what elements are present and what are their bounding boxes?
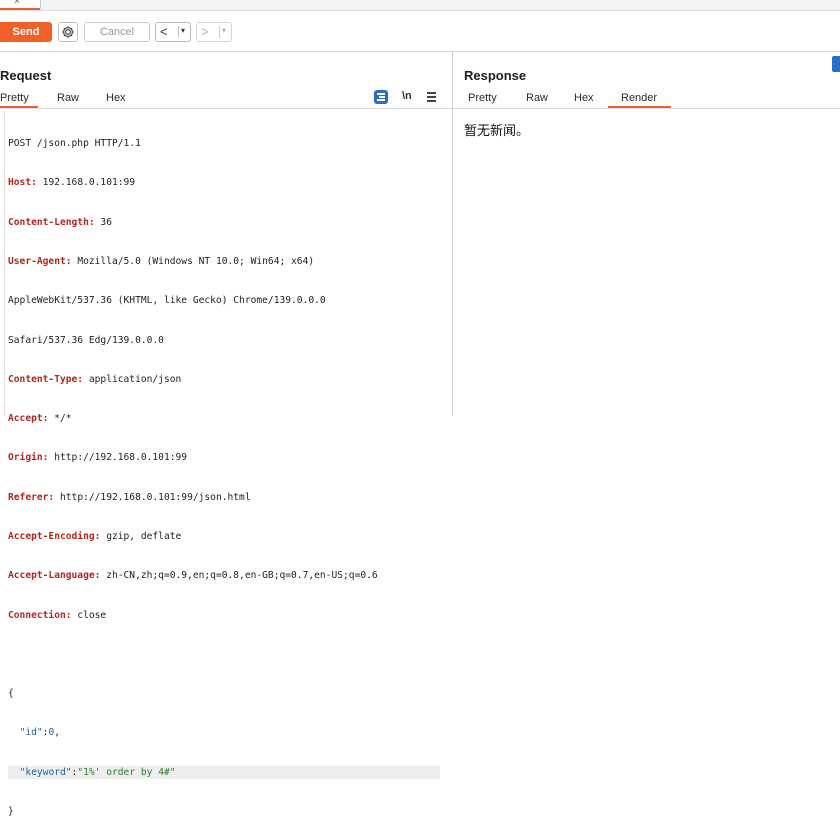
- header-value: http://192.168.0.101:99/json.html: [54, 491, 251, 503]
- request-tab-raw[interactable]: Raw: [57, 92, 79, 104]
- header-value: gzip, deflate: [100, 531, 182, 542]
- header-name: Accept-Encoding:: [8, 531, 101, 542]
- header-line: Accept-Language: zh-CN,zh;q=0.9,en;q=0.8…: [8, 569, 440, 582]
- header-name: Content-Type:: [8, 373, 84, 385]
- header-name: User-Agent:: [8, 256, 72, 268]
- header-line: AppleWebKit/537.36 (KHTML, like Gecko) C…: [8, 294, 440, 307]
- header-line: Accept-Encoding: gzip, deflate: [8, 530, 440, 543]
- header-name: Accept:: [8, 413, 49, 425]
- back-button[interactable]: < ▾: [155, 22, 191, 42]
- header-line: User-Agent: Mozilla/5.0 (Windows NT 10.0…: [8, 255, 440, 268]
- tab-active-underline: [0, 8, 40, 10]
- header-value: Safari/537.36 Edg/139.0.0.0: [8, 334, 164, 346]
- header-line: Safari/537.36 Edg/139.0.0.0: [8, 334, 440, 347]
- pretty-print-toggle-icon[interactable]: [374, 90, 388, 104]
- json-line-current: "keyword":"1%' order by 4#": [8, 765, 440, 779]
- request-tab-hex[interactable]: Hex: [106, 92, 126, 104]
- header-line: Content-Length: 36: [8, 216, 440, 229]
- header-value: Mozilla/5.0 (Windows NT 10.0; Win64; x64…: [71, 256, 315, 268]
- header-value: 36: [94, 216, 112, 228]
- json-value: 0: [48, 727, 55, 739]
- chevron-left-icon: <: [160, 24, 168, 39]
- response-tab-hex[interactable]: Hex: [574, 92, 594, 104]
- header-line: Origin: http://192.168.0.101:99: [8, 451, 440, 464]
- settings-button[interactable]: [58, 22, 78, 42]
- button-separator: [178, 26, 179, 38]
- header-name: Referer:: [8, 491, 55, 503]
- inspector-toggle-button[interactable]: [832, 56, 840, 72]
- gear-icon: [62, 26, 74, 38]
- header-line: Accept: */*: [8, 412, 440, 425]
- header-line: Connection: close: [8, 609, 440, 622]
- send-button[interactable]: Send: [0, 22, 52, 42]
- response-tab-raw[interactable]: Raw: [526, 92, 548, 104]
- header-value: close: [71, 609, 107, 621]
- toolbar-divider: [0, 51, 840, 52]
- header-value: zh-CN,zh;q=0.9,en;q=0.8,en-GB;q=0.7,en-U…: [100, 570, 378, 582]
- editor-gutter: [4, 110, 5, 416]
- chevron-right-icon: >: [201, 24, 209, 39]
- forward-button[interactable]: > ▾: [196, 22, 232, 42]
- request-tabs-divider: [0, 108, 452, 109]
- request-panel-title: Request: [0, 68, 52, 83]
- response-tabs-divider: [453, 108, 840, 109]
- window-tab-strip: [0, 0, 840, 11]
- header-value: application/json: [83, 373, 182, 385]
- header-name: Content-Length:: [8, 216, 95, 228]
- chevron-down-icon[interactable]: ▾: [181, 26, 185, 35]
- repeater-tab[interactable]: ×: [0, 0, 41, 10]
- header-value: http://192.168.0.101:99: [48, 452, 188, 464]
- rendered-response-text: 暂无新闻。: [464, 124, 530, 139]
- header-name: Origin:: [8, 452, 49, 464]
- json-line: "id":0,: [19, 727, 61, 739]
- close-tab-icon[interactable]: ×: [14, 0, 20, 7]
- request-editor[interactable]: POST /json.php HTTP/1.1 Host: 192.168.0.…: [8, 111, 440, 831]
- chevron-down-icon[interactable]: ▾: [222, 26, 226, 35]
- header-line: Host: 192.168.0.101:99: [8, 176, 440, 189]
- header-name: Host:: [8, 177, 37, 189]
- request-line: POST /json.php HTTP/1.1: [8, 138, 141, 150]
- json-line: {: [8, 688, 14, 700]
- menu-icon[interactable]: [427, 91, 437, 102]
- cancel-button[interactable]: Cancel: [84, 22, 150, 42]
- header-value: 192.168.0.101:99: [36, 177, 136, 189]
- json-key: "id": [19, 727, 43, 739]
- json-line: }: [8, 805, 14, 817]
- request-tab-pretty[interactable]: Pretty: [0, 92, 29, 104]
- response-panel-title: Response: [464, 68, 527, 83]
- panel-splitter[interactable]: [452, 52, 453, 416]
- response-tab-pretty[interactable]: Pretty: [468, 92, 497, 104]
- header-value: */*: [48, 413, 72, 425]
- json-key: "keyword": [19, 766, 72, 778]
- json-value: "1%' order by 4#": [77, 766, 176, 778]
- header-name: Connection:: [8, 609, 72, 621]
- button-separator: [219, 26, 220, 38]
- header-line: Referer: http://192.168.0.101:99/json.ht…: [8, 491, 440, 504]
- header-value: AppleWebKit/537.36 (KHTML, like Gecko) C…: [8, 295, 326, 307]
- header-name: Accept-Language:: [8, 570, 101, 582]
- header-line: Content-Type: application/json: [8, 373, 440, 386]
- response-tab-render[interactable]: Render: [621, 92, 657, 104]
- show-newlines-toggle[interactable]: \n: [402, 90, 412, 102]
